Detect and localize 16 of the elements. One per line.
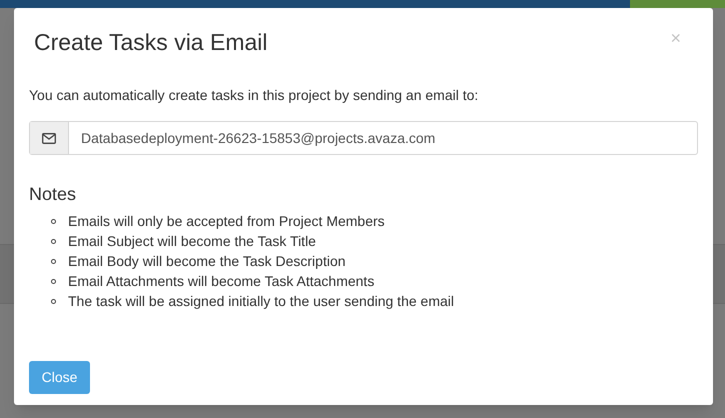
note-text: Emails will only be accepted from Project Members: [68, 212, 385, 231]
bullet-icon: [51, 238, 56, 244]
bullet-icon: [51, 258, 56, 264]
note-text: Email Body will become the Task Description: [68, 252, 346, 271]
bullet-icon: [51, 218, 56, 224]
note-text: Email Subject will become the Task Title: [68, 232, 316, 251]
bullet-icon: [51, 278, 56, 284]
intro-text: You can automatically create tasks in this project by sending an email to:: [29, 86, 480, 104]
notes-heading: Notes: [29, 183, 78, 205]
note-text: Email Attachments will become Task Attachments: [68, 272, 374, 290]
close-button[interactable]: Close: [29, 361, 90, 394]
envelope-icon: [42, 132, 56, 144]
email-field[interactable]: Databasedeployment-26623-15853@projects.avaza.com: [29, 121, 698, 155]
note-text: The task will be assigned initially to the user sending the email: [68, 292, 454, 311]
dialog-title: Create Tasks via Email: [34, 28, 268, 56]
bullet-icon: [51, 298, 56, 304]
